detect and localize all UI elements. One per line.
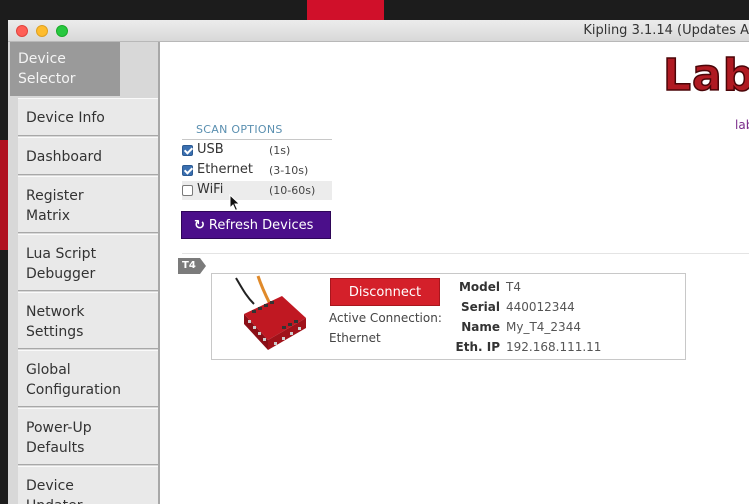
labjack-logo: Lab — [662, 49, 749, 102]
scan-option-name: Ethernet — [197, 162, 253, 177]
scan-option-time: (10-60s) — [269, 184, 316, 197]
serial-value: 440012344 — [506, 300, 575, 314]
name-label: Name — [461, 320, 500, 334]
sidebar: Device Selector Device Info Dashboard Re… — [8, 42, 160, 504]
active-connection-value: Ethernet — [329, 331, 381, 345]
sidebar-item-power-up-defaults[interactable]: Power-Up Defaults — [18, 408, 158, 465]
t4-device-image — [235, 275, 306, 350]
scan-option-wifi[interactable]: WiFi (10-60s) — [182, 181, 332, 200]
sidebar-item-dashboard[interactable]: Dashboard — [18, 137, 158, 175]
window-title: Kipling 3.1.14 (Updates A — [583, 23, 749, 38]
device-card: Disconnect Active Connection: Ethernet M… — [211, 273, 686, 360]
mouse-cursor-icon — [229, 194, 241, 212]
refresh-devices-button[interactable]: ↻ Refresh Devices — [181, 211, 331, 239]
usb-checkbox[interactable] — [182, 145, 193, 156]
name-value: My_T4_2344 — [506, 320, 581, 334]
app-window: Kipling 3.1.14 (Updates A Device Selecto… — [8, 20, 749, 504]
sidebar-item-device-info[interactable]: Device Info — [18, 98, 158, 136]
scan-options-divider — [182, 139, 332, 140]
scan-option-usb[interactable]: USB (1s) — [182, 141, 332, 160]
wifi-checkbox[interactable] — [182, 185, 193, 196]
maximize-window-button[interactable] — [56, 25, 68, 37]
eth-ip-label: Eth. IP — [455, 340, 500, 354]
scan-option-name: USB — [197, 142, 224, 157]
sidebar-item-device-selector[interactable]: Device Selector — [10, 42, 120, 96]
scan-option-ethernet[interactable]: Ethernet (3-10s) — [182, 161, 332, 180]
section-divider — [182, 253, 749, 254]
sidebar-item-register-matrix[interactable]: Register Matrix — [18, 176, 158, 233]
sidebar-item-global-configuration[interactable]: Global Configuration — [18, 350, 158, 407]
serial-label: Serial — [460, 300, 500, 314]
scan-option-name: WiFi — [197, 182, 224, 197]
scan-options-heading: SCAN OPTIONS — [196, 123, 283, 136]
sidebar-item-device-updater[interactable]: Device Updater — [18, 466, 158, 504]
sidebar-item-network-settings[interactable]: Network Settings — [18, 292, 158, 349]
eth-ip-value: 192.168.111.11 — [506, 340, 602, 354]
refresh-devices-label: Refresh Devices — [208, 217, 314, 233]
minimize-window-button[interactable] — [36, 25, 48, 37]
desktop-background — [307, 0, 384, 20]
refresh-icon: ↻ — [194, 217, 205, 233]
title-bar: Kipling 3.1.14 (Updates A — [8, 20, 749, 42]
sidebar-item-lua-script-debugger[interactable]: Lua Script Debugger — [18, 234, 158, 291]
model-value: T4 — [506, 280, 521, 294]
ethernet-checkbox[interactable] — [182, 165, 193, 176]
scan-option-time: (1s) — [269, 144, 291, 157]
logo-subtext: lab — [735, 118, 749, 132]
model-label: Model — [458, 280, 500, 294]
scan-option-time: (3-10s) — [269, 164, 309, 177]
device-group-tag: T4 — [178, 258, 206, 274]
close-window-button[interactable] — [16, 25, 28, 37]
